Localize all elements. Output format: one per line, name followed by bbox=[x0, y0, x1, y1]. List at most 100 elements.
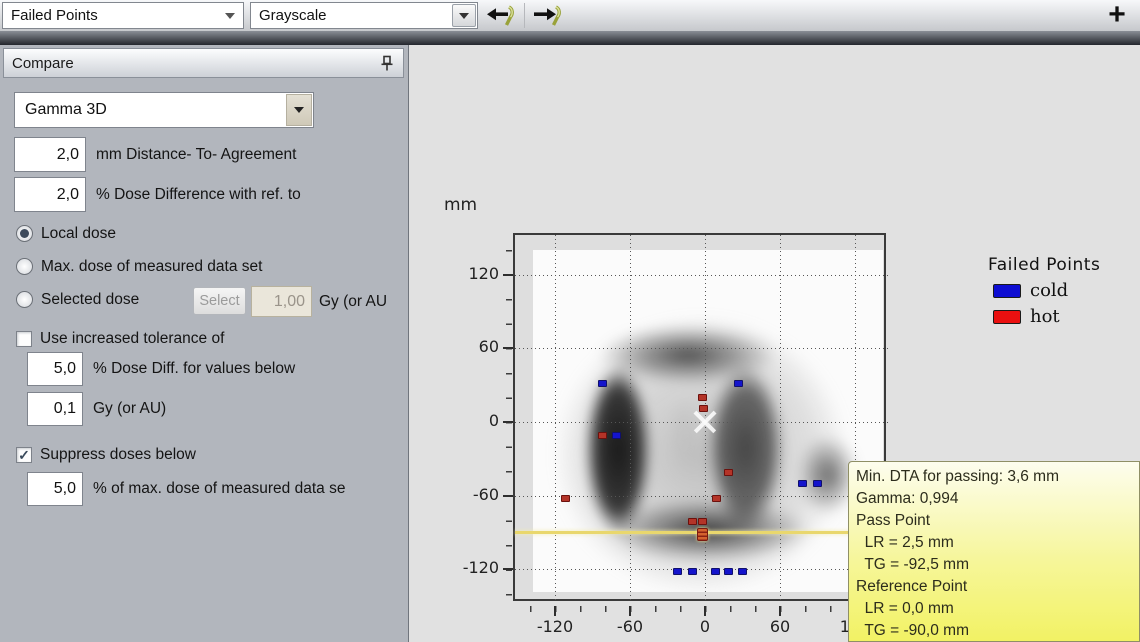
failed-point-hot[interactable] bbox=[712, 495, 721, 502]
failed-point-hot[interactable] bbox=[698, 518, 707, 525]
view-mode-combobox[interactable]: Failed Points bbox=[2, 2, 244, 29]
chart-area: mm 120 60 0 -60 -120 bbox=[410, 45, 1140, 642]
y-tick-label: -60 bbox=[449, 485, 499, 504]
y-axis-tick bbox=[503, 568, 513, 570]
tooltip-line: Gamma: 0,994 bbox=[856, 488, 1139, 510]
suppress-threshold-input[interactable]: 5,0 bbox=[27, 472, 83, 506]
y-tick-label: -120 bbox=[449, 558, 499, 577]
failed-point-cold[interactable] bbox=[688, 568, 697, 575]
y-axis-tick bbox=[503, 274, 513, 276]
tooltip-line: LR = 0,0 mm bbox=[856, 598, 1139, 620]
tooltip-line: TG = -92,5 mm bbox=[856, 554, 1139, 576]
plot-frame[interactable]: 120 60 0 -60 -120 -120 -60 0 60 120 bbox=[513, 233, 886, 601]
cold-swatch bbox=[993, 284, 1021, 298]
y-axis-tick bbox=[503, 495, 513, 497]
radio-selected-dose-label: Selected dose bbox=[41, 290, 139, 310]
pin-icon[interactable] bbox=[377, 55, 397, 72]
failed-point-cold[interactable] bbox=[612, 432, 621, 439]
y-axis-tick bbox=[503, 347, 513, 349]
method-dropdown-button[interactable] bbox=[286, 94, 312, 126]
y-tick-label: 120 bbox=[449, 264, 499, 283]
failed-point-hot[interactable] bbox=[699, 405, 708, 412]
tolerance-dose-diff-input[interactable]: 5,0 bbox=[27, 352, 83, 386]
x-axis-tick bbox=[629, 606, 631, 616]
caret-down-icon bbox=[225, 13, 235, 19]
select-dose-button[interactable]: Select bbox=[193, 287, 246, 315]
failed-point-hot[interactable] bbox=[724, 469, 733, 476]
failed-point-hot[interactable] bbox=[688, 518, 697, 525]
tolerance-dose-diff-label: % Dose Diff. for values below bbox=[93, 352, 295, 386]
radio-max-dose[interactable] bbox=[16, 258, 33, 275]
x-axis-tick bbox=[704, 606, 706, 616]
pass-point-marker[interactable] bbox=[697, 528, 708, 541]
dta-label: mm Distance- To- Agreement bbox=[96, 137, 296, 172]
tolerance-threshold-label: Gy (or AU) bbox=[93, 392, 166, 426]
x-tick-label: -120 bbox=[530, 617, 580, 636]
increased-tolerance-label: Use increased tolerance of bbox=[40, 329, 224, 349]
dta-input[interactable]: 2,0 bbox=[14, 137, 86, 172]
radio-local-dose[interactable] bbox=[16, 225, 33, 242]
x-axis-tick bbox=[779, 606, 781, 616]
radio-local-dose-label: Local dose bbox=[41, 224, 116, 244]
radio-selected-dose[interactable] bbox=[16, 291, 33, 308]
dose-diff-input[interactable]: 2,0 bbox=[14, 177, 86, 212]
dose-diff-label: % Dose Difference with ref. to bbox=[96, 177, 301, 212]
add-button[interactable]: + bbox=[1102, 0, 1132, 31]
x-tick-label: 0 bbox=[680, 617, 730, 636]
next-step-button[interactable] bbox=[527, 1, 567, 30]
points-layer bbox=[515, 235, 888, 603]
toolbar: Failed Points Grayscale + bbox=[0, 0, 1140, 31]
failed-point-cold[interactable] bbox=[738, 568, 747, 575]
failed-point-cold[interactable] bbox=[813, 480, 822, 487]
tooltip-line: LR = 2,5 mm bbox=[856, 532, 1139, 554]
failed-point-hot[interactable] bbox=[698, 394, 707, 401]
failed-point-hot[interactable] bbox=[561, 495, 570, 502]
x-axis-tick bbox=[554, 606, 556, 616]
colormap-dropdown-button[interactable] bbox=[452, 4, 476, 27]
failed-point-hot[interactable] bbox=[598, 432, 607, 439]
method-combobox[interactable]: Gamma 3D bbox=[14, 92, 314, 128]
tooltip-line: Reference Point bbox=[856, 576, 1139, 598]
radio-max-dose-label: Max. dose of measured data set bbox=[41, 257, 262, 277]
tooltip-line: Min. DTA for passing: 3,6 mm bbox=[856, 466, 1139, 488]
suppress-doses-label: Suppress doses below bbox=[40, 445, 196, 465]
suppress-threshold-label: % of max. dose of measured data se bbox=[93, 472, 345, 506]
tolerance-threshold-input[interactable]: 0,1 bbox=[27, 392, 83, 426]
failed-point-cold[interactable] bbox=[711, 568, 720, 575]
increased-tolerance-checkbox[interactable] bbox=[16, 331, 32, 347]
selected-dose-input[interactable]: 1,00 bbox=[251, 286, 312, 317]
previous-step-button[interactable] bbox=[483, 1, 523, 30]
failed-point-cold[interactable] bbox=[798, 480, 807, 487]
x-tick-label: 60 bbox=[755, 617, 805, 636]
legend-title: Failed Points bbox=[988, 255, 1100, 275]
toolbar-separator bbox=[524, 3, 525, 28]
panel-header[interactable]: Compare bbox=[3, 48, 404, 78]
suppress-doses-checkbox[interactable]: ✓ bbox=[16, 447, 32, 463]
failed-point-cold[interactable] bbox=[673, 568, 682, 575]
x-axis-minor-ticks bbox=[515, 606, 888, 612]
colormap-value: Grayscale bbox=[251, 7, 452, 24]
legend-item-cold: cold bbox=[988, 280, 1100, 301]
failed-point-cold[interactable] bbox=[724, 568, 733, 575]
tooltip-line: Pass Point bbox=[856, 510, 1139, 532]
compare-panel: Compare Gamma 3D 2,0 mm Distance- To- Ag… bbox=[0, 45, 409, 642]
arrow-right-step-icon bbox=[529, 4, 565, 28]
y-tick-label: 0 bbox=[449, 411, 499, 430]
arrow-left-step-icon bbox=[485, 4, 521, 28]
colormap-combobox[interactable]: Grayscale bbox=[250, 2, 478, 29]
method-value: Gamma 3D bbox=[15, 101, 286, 119]
failed-point-cold[interactable] bbox=[598, 380, 607, 387]
panel-title: Compare bbox=[4, 55, 377, 72]
tooltip-line: TG = -90,0 mm bbox=[856, 620, 1139, 642]
selected-dose-unit-label: Gy (or AU bbox=[319, 286, 407, 317]
failed-point-cold[interactable] bbox=[734, 380, 743, 387]
legend: Failed Points cold hot bbox=[988, 255, 1100, 327]
y-axis-unit-label: mm bbox=[444, 195, 477, 215]
y-axis-minor-ticks bbox=[506, 235, 512, 603]
x-tick-label: -60 bbox=[605, 617, 655, 636]
legend-label-hot: hot bbox=[1030, 306, 1060, 327]
legend-label-cold: cold bbox=[1030, 280, 1068, 301]
hot-swatch bbox=[993, 310, 1021, 324]
legend-item-hot: hot bbox=[988, 306, 1100, 327]
y-tick-label: 60 bbox=[449, 337, 499, 356]
